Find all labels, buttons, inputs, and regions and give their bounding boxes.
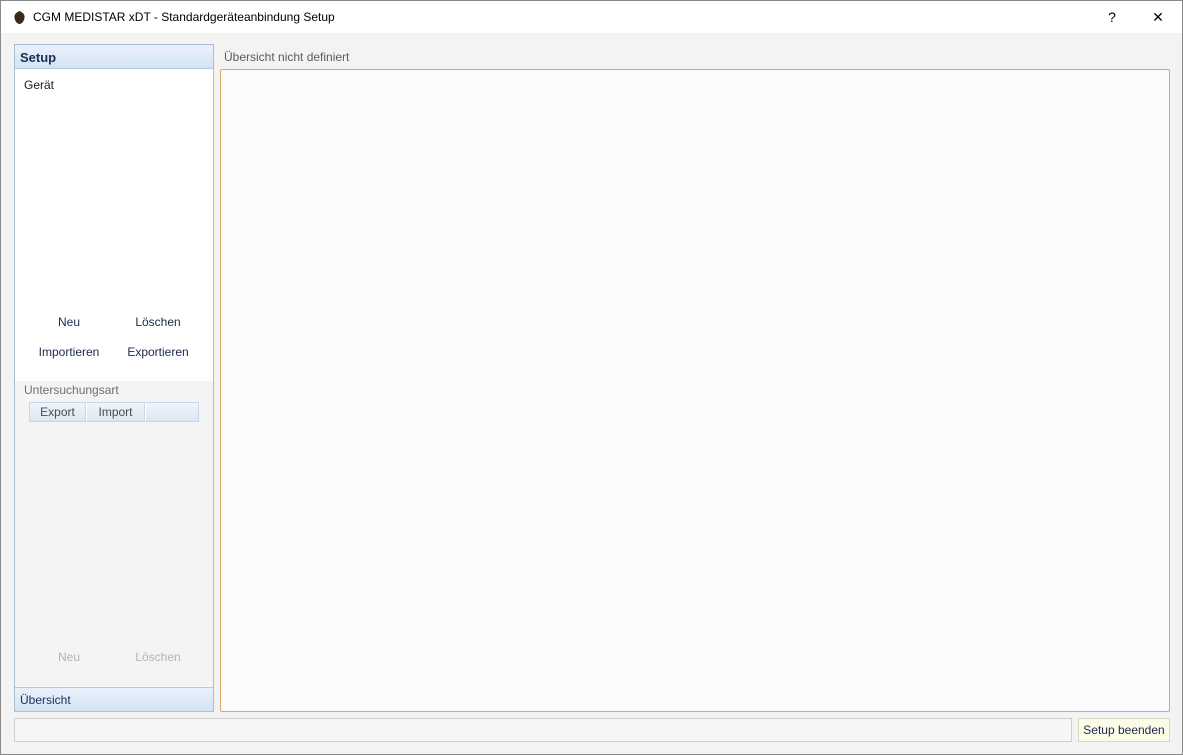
device-list[interactable]: Gerät xyxy=(15,69,213,299)
finish-setup-button[interactable]: Setup beenden xyxy=(1078,718,1170,742)
nav-footer-overview[interactable]: Übersicht xyxy=(15,687,213,711)
help-button[interactable]: ? xyxy=(1089,1,1135,33)
delete-examination-button[interactable]: Löschen xyxy=(113,650,203,664)
new-examination-button[interactable]: Neu xyxy=(24,650,114,664)
examination-type-label: Untersuchungsart xyxy=(24,383,119,397)
close-button[interactable]: ✕ xyxy=(1135,1,1181,33)
app-logo-icon xyxy=(14,11,25,24)
tab-import[interactable]: Import xyxy=(86,402,145,422)
examination-tabs: Export Import xyxy=(29,402,199,422)
device-list-item[interactable]: Gerät xyxy=(24,78,54,92)
delete-device-button[interactable]: Löschen xyxy=(113,315,203,329)
new-device-button[interactable]: Neu xyxy=(24,315,114,329)
help-icon: ? xyxy=(1108,9,1116,25)
nav-header-setup[interactable]: Setup xyxy=(15,45,213,69)
examination-type-section: Untersuchungsart Export Import Neu Lösch… xyxy=(15,381,213,687)
overview-panel xyxy=(220,69,1170,712)
export-device-button[interactable]: Exportieren xyxy=(113,345,203,359)
window-title: CGM MEDISTAR xDT - Standardgeräteanbindu… xyxy=(33,10,335,24)
close-icon: ✕ xyxy=(1152,8,1164,25)
tab-empty[interactable] xyxy=(145,402,199,422)
tab-export[interactable]: Export xyxy=(29,402,86,422)
overview-label: Übersicht nicht definiert xyxy=(224,50,350,64)
status-field xyxy=(14,718,1072,742)
title-bar[interactable]: CGM MEDISTAR xDT - Standardgeräteanbindu… xyxy=(1,1,1182,33)
import-device-button[interactable]: Importieren xyxy=(24,345,114,359)
setup-navigation: Setup Gerät Neu Löschen Importieren Expo… xyxy=(14,44,214,712)
app-window: CGM MEDISTAR xDT - Standardgeräteanbindu… xyxy=(0,0,1183,755)
